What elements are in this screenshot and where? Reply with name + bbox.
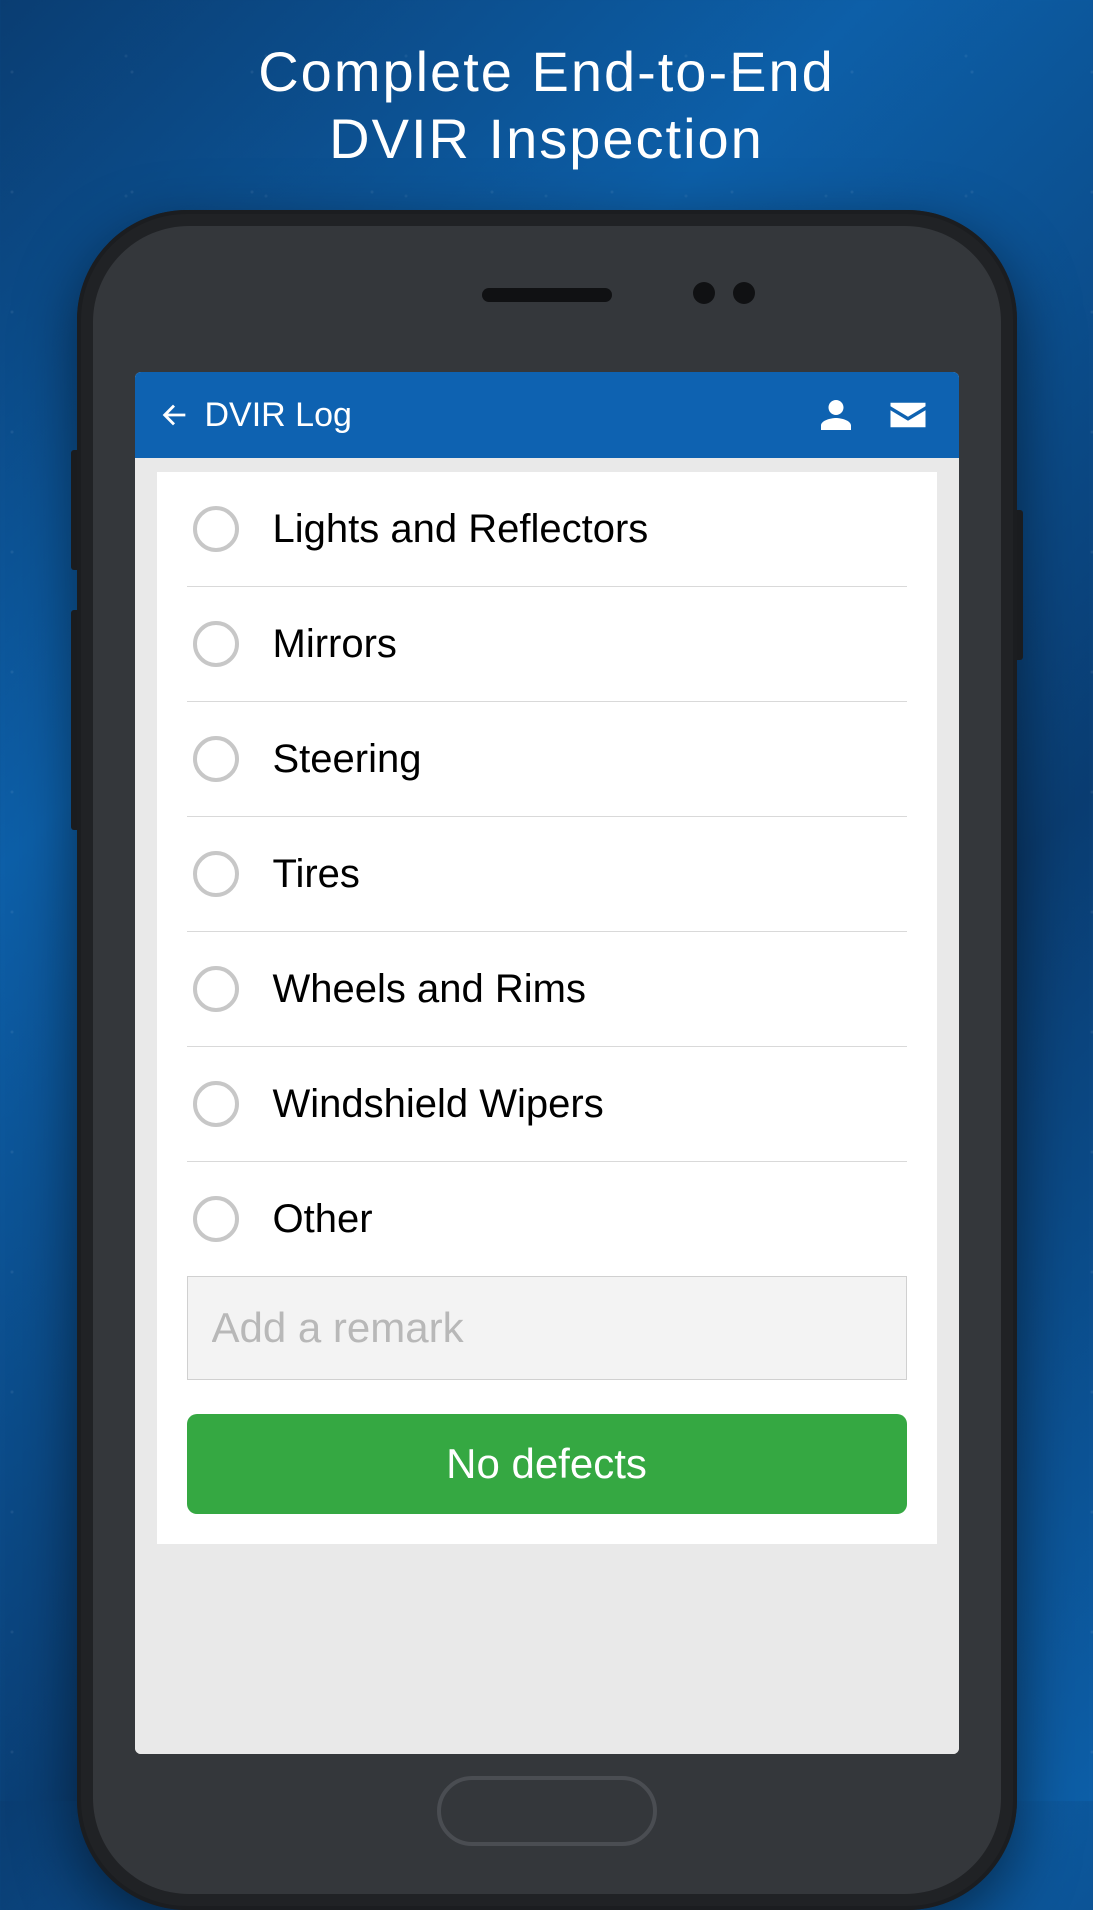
phone-home-button <box>437 1776 657 1846</box>
inspection-item-label: Other <box>273 1197 373 1242</box>
no-defects-button[interactable]: No defects <box>187 1414 907 1514</box>
inspection-item-label: Steering <box>273 737 422 782</box>
radio-unselected-icon <box>193 1081 239 1127</box>
phone-side-button <box>1017 510 1023 660</box>
envelope-icon <box>887 394 929 436</box>
phone-bezel: DVIR Log Lights and Reflectors <box>93 226 1001 1894</box>
inspection-item-mirrors[interactable]: Mirrors <box>187 587 907 702</box>
phone-side-button <box>71 610 77 830</box>
back-button[interactable] <box>149 390 199 440</box>
inspection-list: Lights and Reflectors Mirrors Steering <box>187 472 907 1276</box>
back-arrow-icon <box>157 398 191 432</box>
radio-unselected-icon <box>193 506 239 552</box>
phone-screen: DVIR Log Lights and Reflectors <box>135 372 959 1754</box>
remark-input[interactable] <box>187 1276 907 1380</box>
phone-speaker <box>482 288 612 302</box>
inspection-item-label: Tires <box>273 852 360 897</box>
app-bar: DVIR Log <box>135 372 959 458</box>
inspection-item-other[interactable]: Other <box>187 1162 907 1276</box>
user-button[interactable] <box>809 388 863 442</box>
inspection-item-windshield-wipers[interactable]: Windshield Wipers <box>187 1047 907 1162</box>
inspection-item-label: Wheels and Rims <box>273 967 586 1012</box>
mail-button[interactable] <box>881 388 935 442</box>
inspection-item-label: Mirrors <box>273 622 397 667</box>
inspection-item-lights-and-reflectors[interactable]: Lights and Reflectors <box>187 472 907 587</box>
radio-unselected-icon <box>193 621 239 667</box>
phone-sensor-dot <box>693 282 715 304</box>
inspection-card: Lights and Reflectors Mirrors Steering <box>157 472 937 1544</box>
radio-unselected-icon <box>193 851 239 897</box>
inspection-item-tires[interactable]: Tires <box>187 817 907 932</box>
inspection-item-wheels-and-rims[interactable]: Wheels and Rims <box>187 932 907 1047</box>
radio-unselected-icon <box>193 1196 239 1242</box>
user-icon <box>818 397 854 433</box>
inspection-item-label: Lights and Reflectors <box>273 507 649 552</box>
screen-content: Lights and Reflectors Mirrors Steering <box>135 458 959 1754</box>
phone-mockup-frame: DVIR Log Lights and Reflectors <box>77 210 1017 1910</box>
app-bar-title: DVIR Log <box>205 396 352 435</box>
marketing-heading: Complete End-to-End DVIR Inspection <box>0 0 1093 172</box>
phone-sensor-dot <box>733 282 755 304</box>
radio-unselected-icon <box>193 966 239 1012</box>
radio-unselected-icon <box>193 736 239 782</box>
inspection-item-label: Windshield Wipers <box>273 1082 604 1127</box>
phone-side-button <box>71 450 77 570</box>
inspection-item-steering[interactable]: Steering <box>187 702 907 817</box>
